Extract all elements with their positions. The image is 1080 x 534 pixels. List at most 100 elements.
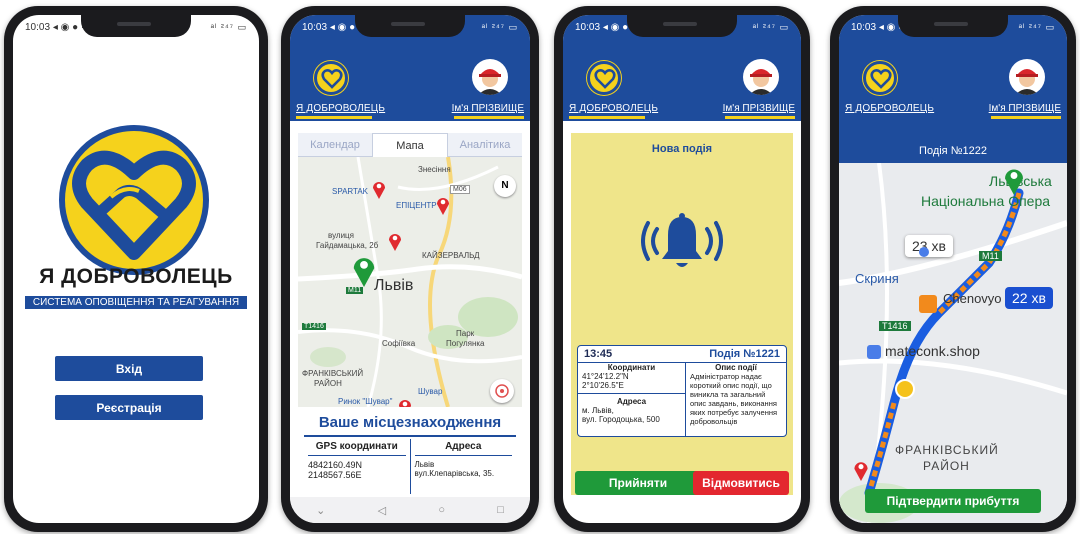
poi-icon	[919, 247, 929, 257]
status-time: 10:03	[302, 21, 328, 33]
map-label: SPARTAK	[332, 187, 369, 196]
map-label: Знесіння	[418, 165, 451, 174]
coords-header: Координати	[607, 363, 656, 372]
status-time: 10:03	[25, 21, 51, 33]
description-header: Опис події	[715, 363, 757, 372]
map-label: Національна Опера	[921, 193, 1051, 209]
user-avatar[interactable]	[743, 59, 779, 95]
alt-route-time[interactable]: 23 хв	[905, 235, 953, 257]
address-street: вул.Клепарівська, 35.	[414, 469, 495, 478]
decline-button[interactable]: Відмовитись	[693, 471, 789, 495]
phone-map: Я ДОБРОВОЛЕЦЬ Ім'я ПРІЗВИЩЕ 10:03 ◂ ◉ ● …	[278, 3, 542, 534]
status-right-icons: ᵃˡ ²⁴⁷ ▭	[1018, 21, 1055, 32]
firefighter-avatar-icon	[749, 69, 773, 95]
login-button[interactable]: Вхід	[55, 356, 203, 381]
header-user-name[interactable]: Ім'я ПРІЗВИЩЕ	[723, 103, 795, 114]
phone-login: 10:03 ◂ ◉ ● · ᵃˡ ²⁴⁷ ▭ Я ДОБРОВОЛЕЦЬ СИС…	[1, 3, 271, 534]
header-brand-underline	[569, 116, 645, 119]
new-event-title: Нова подія	[651, 143, 713, 155]
screen-login: 10:03 ◂ ◉ ● · ᵃˡ ²⁴⁷ ▭ Я ДОБРОВОЛЕЦЬ СИС…	[13, 15, 259, 523]
screen-map: Я ДОБРОВОЛЕЦЬ Ім'я ПРІЗВИЩЕ 10:03 ◂ ◉ ● …	[290, 15, 530, 523]
map-label: ФРАНКІВСЬКИЙ	[302, 369, 364, 378]
header-brand-underline	[296, 116, 372, 119]
destination-pin-icon[interactable]	[1003, 165, 1025, 195]
map-label: mateconk.shop	[885, 343, 980, 359]
app-title: Я ДОБРОВОЛЕЦЬ	[39, 265, 233, 288]
map-label: Гайдамацька, 2б	[316, 241, 379, 250]
location-title: Ваше місцезнаходження	[318, 414, 502, 431]
start-pin-icon[interactable]	[853, 459, 869, 481]
red-pin-icon[interactable]	[372, 179, 386, 199]
notch	[81, 15, 191, 37]
bell-alert-icon	[641, 213, 723, 267]
red-pin-icon[interactable]	[436, 195, 450, 215]
tab-analytics[interactable]: Аналітика	[448, 133, 522, 157]
divider	[304, 435, 516, 437]
notch	[898, 15, 1008, 37]
route-map[interactable]: Львівська Національна Опера Скриня Cheno…	[839, 163, 1067, 523]
nav-back-icon[interactable]: ◁	[378, 504, 386, 517]
event-description-column: Опис події Адміністратор надає короткий …	[686, 363, 786, 437]
notch	[627, 15, 737, 37]
header-user-underline	[454, 116, 524, 119]
register-button[interactable]: Реєстрація	[55, 395, 203, 420]
map-city-label: Львів	[374, 277, 414, 294]
screen-new-event: Я ДОБРОВОЛЕЦЬ Ім'я ПРІЗВИЩЕ 10:03 ◂ ◉ ● …	[563, 15, 801, 523]
city-map[interactable]: Знесіння SPARTAK ЕПІЦЕНТР вулиця Гайдама…	[298, 157, 522, 407]
system-nav-bar: ⌄ ◁ ○ □	[290, 497, 530, 523]
app-subtitle: СИСТЕМА ОПОВІЩЕННЯ ТА РЕАГУВАННЯ	[25, 296, 247, 309]
gps-lat: 4842160.49N	[308, 460, 363, 470]
phone-route: Я ДОБРОВОЛЕЦЬ Ім'я ПРІЗВИЩЕ Подія №1222 …	[827, 3, 1079, 534]
event-time: 13:45	[584, 348, 613, 360]
screen-route: Я ДОБРОВОЛЕЦЬ Ім'я ПРІЗВИЩЕ Подія №1222 …	[839, 15, 1067, 523]
event-address-street: вул. Городоцька, 500	[582, 415, 660, 424]
status-time: 10:03	[575, 21, 601, 33]
header-user-underline	[725, 116, 795, 119]
cafe-icon	[919, 295, 937, 313]
red-pin-icon[interactable]	[398, 397, 412, 407]
accept-button[interactable]: Прийняти	[575, 471, 701, 495]
map-label: ЕПІЦЕНТР	[396, 201, 437, 210]
status-icons: ◂ ◉ ● ·	[52, 21, 85, 33]
user-avatar[interactable]	[1009, 59, 1045, 95]
map-label: ФРАНКІВСЬКИЙ	[895, 443, 999, 457]
header-brand: Я ДОБРОВОЛЕЦЬ	[845, 103, 935, 114]
address-city: Львів	[414, 460, 435, 469]
app-logo-icon	[59, 125, 209, 275]
tab-map[interactable]: Мапа	[372, 133, 448, 157]
header-user-underline	[991, 116, 1061, 119]
compass-icon[interactable]: N	[494, 175, 516, 197]
map-label: Шувар	[418, 387, 443, 396]
nav-down-icon[interactable]: ⌄	[316, 504, 325, 517]
nav-recents-icon[interactable]: □	[497, 504, 504, 516]
header-brand: Я ДОБРОВОЛЕЦЬ	[569, 103, 659, 114]
current-location-pin-icon[interactable]	[352, 253, 376, 287]
tab-bar: Календар Мапа Аналітика	[298, 133, 522, 157]
map-label: Скриня	[855, 271, 899, 286]
divider	[578, 393, 685, 394]
event-card[interactable]: 13:45 Подія №1221 Координати 41°24'12.2"…	[577, 345, 787, 437]
coords-lon: 2°10'26.5"E	[582, 381, 624, 390]
map-label: КАЙЗЕРВАЛЬД	[422, 251, 480, 260]
tab-calendar[interactable]: Календар	[298, 133, 372, 157]
header-user-name[interactable]: Ім'я ПРІЗВИЩЕ	[452, 103, 524, 114]
header-logo-icon	[587, 61, 621, 95]
user-avatar[interactable]	[472, 59, 508, 95]
main-route-time[interactable]: 22 хв	[1005, 287, 1053, 309]
gps-header: GPS координати	[308, 441, 406, 456]
header-logo-icon	[314, 61, 348, 95]
event-number: Подія №1221	[709, 348, 780, 360]
status-right-icons: ᵃˡ ²⁴⁷ ▭	[210, 21, 247, 32]
red-pin-icon[interactable]	[388, 231, 402, 251]
event-card-body: Координати 41°24'12.2"N 2°10'26.5"E Адре…	[578, 363, 786, 437]
event-location-column: Координати 41°24'12.2"N 2°10'26.5"E Адре…	[578, 363, 686, 437]
gps-lon: 2148567.56E	[308, 470, 362, 480]
map-label: Парк	[456, 329, 475, 338]
event-address-header: Адреса	[616, 397, 647, 406]
locate-me-icon[interactable]	[490, 379, 514, 403]
event-card-header: 13:45 Подія №1221	[578, 346, 786, 363]
confirm-arrival-button[interactable]: Підтвердити прибуття	[865, 489, 1041, 513]
header-user-name[interactable]: Ім'я ПРІЗВИЩЕ	[989, 103, 1061, 114]
nav-home-icon[interactable]: ○	[438, 504, 445, 516]
coords-lat: 41°24'12.2"N	[582, 372, 629, 381]
